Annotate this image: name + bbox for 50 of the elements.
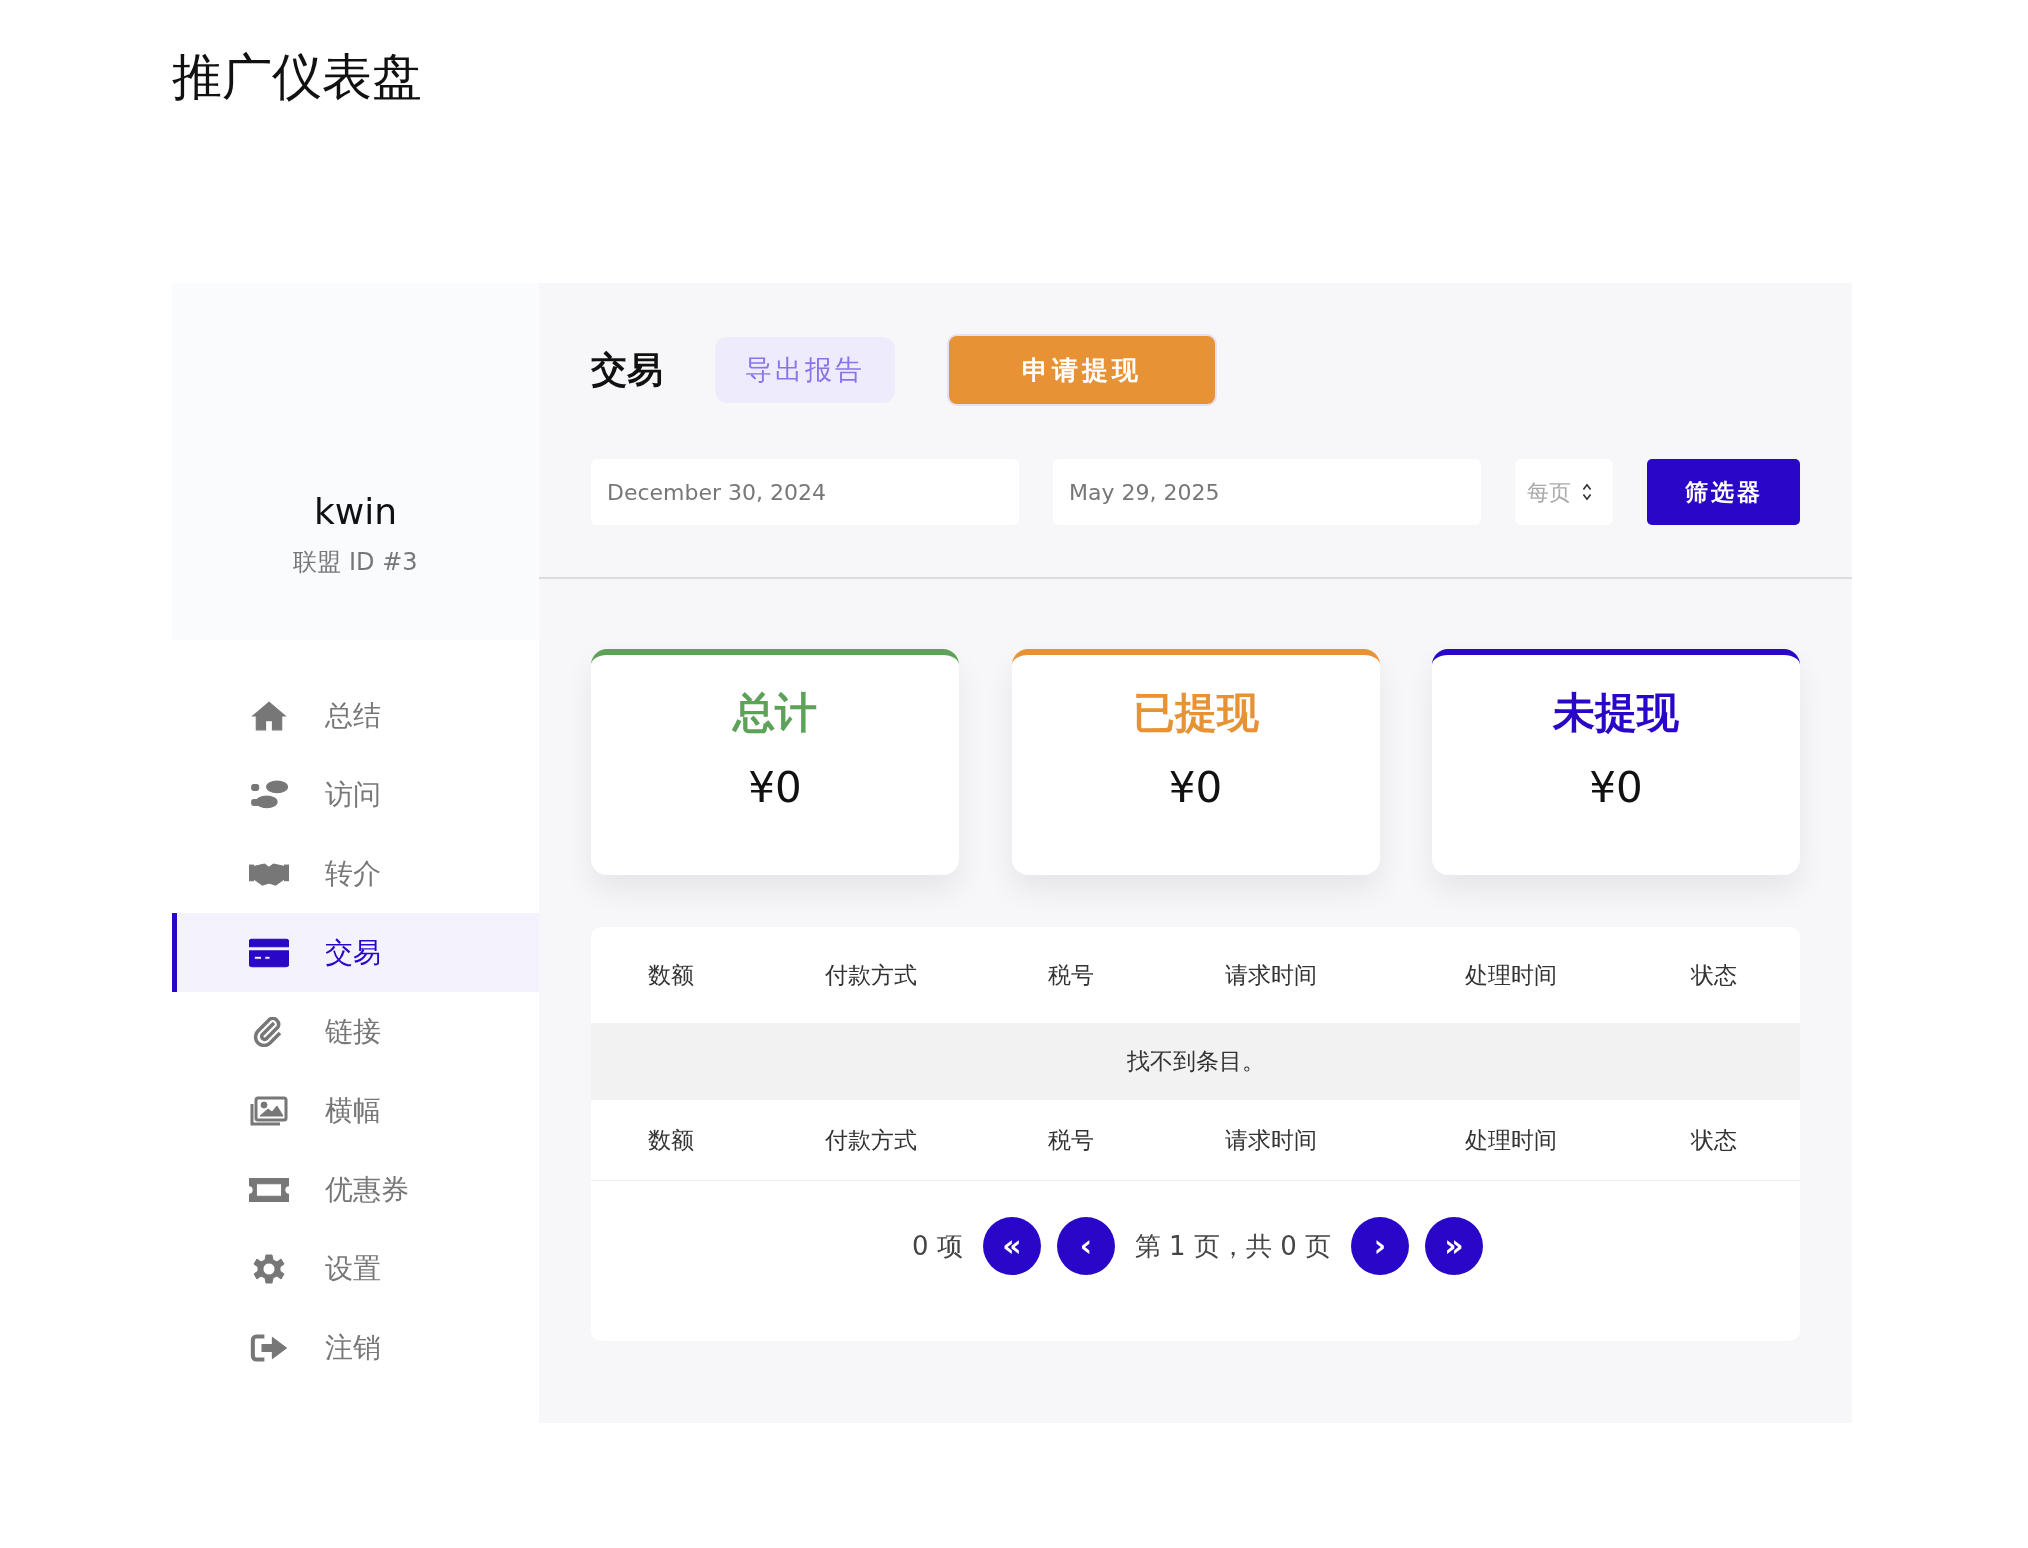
- request-withdrawal-button[interactable]: 申请提现: [947, 334, 1217, 406]
- column-header: 请求时间: [1224, 960, 1318, 990]
- sidebar-item[interactable]: 转介: [172, 834, 539, 913]
- column-footer: 付款方式: [751, 1124, 991, 1156]
- section-title: 交易: [591, 347, 663, 392]
- affiliate-id: 联盟 ID #3: [293, 547, 418, 578]
- sidebar-item[interactable]: 设置: [172, 1229, 539, 1308]
- column-footer: 税号: [991, 1124, 1151, 1156]
- user-name: kwin: [313, 491, 398, 532]
- per-page-field[interactable]: 每页: [1515, 459, 1613, 525]
- sidebar-item[interactable]: 横幅: [172, 1071, 539, 1150]
- spinner-arrows-icon: [1581, 482, 1593, 502]
- stat-value: ¥0: [1589, 763, 1643, 812]
- column-footer: 数额: [591, 1124, 751, 1156]
- last-page-button[interactable]: »: [1425, 1217, 1483, 1275]
- next-page-button[interactable]: ›: [1351, 1217, 1409, 1275]
- first-page-button[interactable]: «: [982, 1217, 1041, 1275]
- home-icon: [249, 700, 289, 731]
- sidebar-item[interactable]: 访问: [172, 755, 539, 834]
- sidebar-item[interactable]: 交易: [172, 913, 539, 992]
- credit-card-icon: [249, 937, 289, 968]
- page-info: 第 1 页，共 0 页: [1134, 1229, 1331, 1263]
- stat-label: 已提现: [1132, 687, 1259, 739]
- column-header: 税号: [1047, 960, 1095, 990]
- column-header: 付款方式: [824, 960, 918, 990]
- logout-icon: [249, 1332, 289, 1363]
- stat-label: 未提现: [1553, 687, 1679, 739]
- sidebar-item[interactable]: 总结: [172, 676, 539, 755]
- export-report-button[interactable]: 导出报告: [715, 337, 895, 403]
- start-date-field[interactable]: December 30, 2024: [591, 459, 1019, 525]
- column-header: 处理时间: [1464, 960, 1558, 990]
- column-footer: 请求时间: [1151, 1124, 1391, 1156]
- stat-value: ¥0: [1168, 763, 1223, 812]
- column-footer: 处理时间: [1391, 1124, 1631, 1156]
- empty-message: 找不到条目。: [591, 1023, 1800, 1100]
- page-title: 推广仪表盘: [172, 47, 423, 108]
- column-header: 状态: [1690, 960, 1738, 990]
- sidebar-item[interactable]: 链接: [172, 992, 539, 1071]
- end-date-field[interactable]: May 29, 2025: [1053, 459, 1481, 525]
- images-icon: [249, 1095, 289, 1126]
- filter-button[interactable]: 筛选器: [1647, 459, 1800, 525]
- stat-value: ¥0: [748, 763, 802, 812]
- item-count: 0 项: [912, 1229, 963, 1263]
- previous-page-button[interactable]: ‹: [1056, 1217, 1115, 1275]
- sidebar-item[interactable]: 优惠券: [172, 1150, 539, 1229]
- sidebar-item[interactable]: 注销: [172, 1308, 539, 1387]
- footprints-icon: [249, 779, 289, 810]
- stat-label: 总计: [733, 687, 817, 739]
- column-header: 数额: [647, 960, 695, 990]
- column-footer: 状态: [1631, 1124, 1797, 1156]
